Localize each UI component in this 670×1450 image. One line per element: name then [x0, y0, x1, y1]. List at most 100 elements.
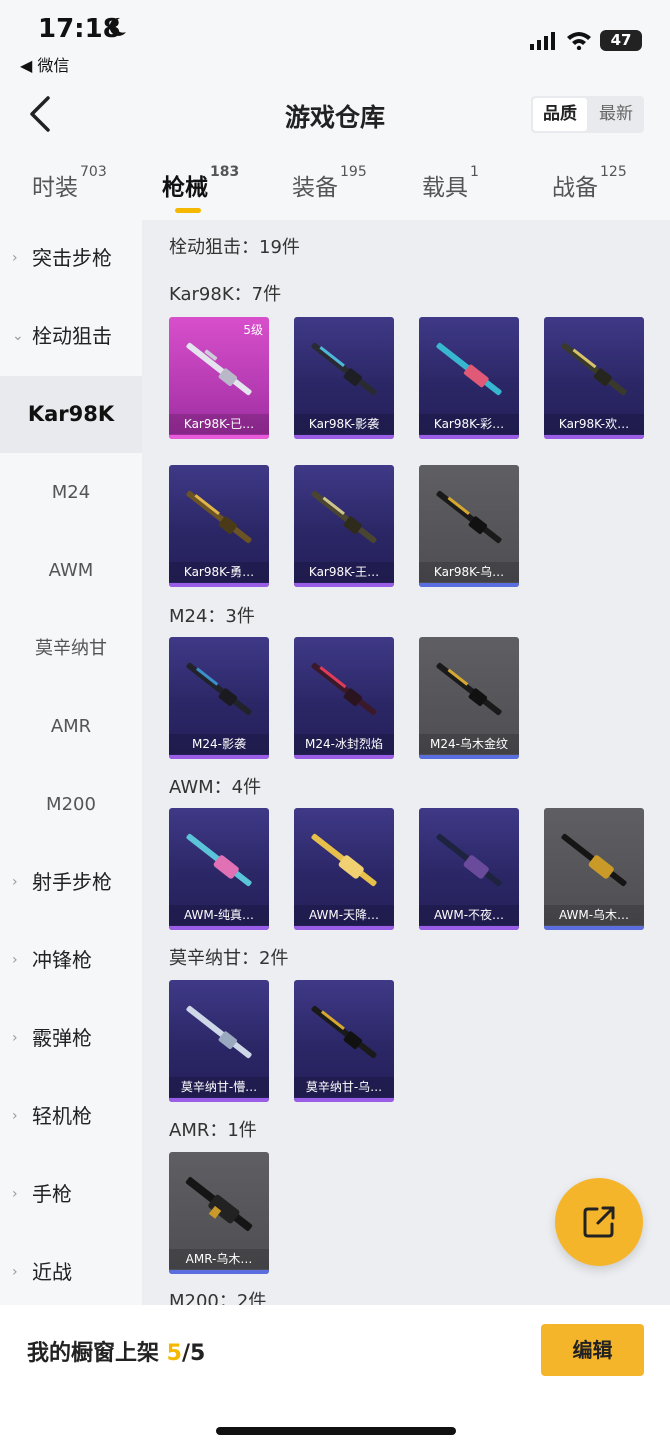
weapon-card[interactable]: M24-乌木金纹: [419, 637, 519, 759]
rarity-bar: [169, 926, 269, 930]
weapon-name: AWM-天降…: [294, 905, 394, 925]
sort-quality-button[interactable]: 品质: [533, 98, 587, 131]
weapon-card[interactable]: AWM-天降…: [294, 808, 394, 930]
rarity-bar: [294, 926, 394, 930]
sidebar-item-marksman-rifle[interactable]: › 射手步枪: [0, 844, 142, 921]
weapon-card[interactable]: 莫辛纳甘-乌…: [294, 980, 394, 1102]
wifi-icon: [567, 32, 591, 50]
moon-icon: [109, 17, 126, 36]
weapon-card[interactable]: Kar98K-乌…: [419, 465, 519, 587]
sidebar-item-awm[interactable]: AWM: [0, 532, 142, 609]
sidebar-item-pistol[interactable]: › 手枪: [0, 1156, 142, 1233]
shelf-total-count: /5: [181, 1341, 206, 1366]
home-indicator[interactable]: [216, 1427, 456, 1435]
share-button[interactable]: [555, 1178, 643, 1266]
back-to-app-link[interactable]: ◀ 微信: [20, 52, 69, 76]
weapon-card[interactable]: M24-冰封烈焰: [294, 637, 394, 759]
rarity-bar: [169, 435, 269, 439]
group-title: Kar98K：7件: [169, 284, 282, 305]
weapon-name: AWM-乌木…: [544, 905, 644, 925]
weapon-name: 莫辛纳甘-懵…: [169, 1077, 269, 1097]
sidebar-item-mosin[interactable]: 莫辛纳甘: [0, 610, 142, 687]
weapon-card[interactable]: Kar98K-王…: [294, 465, 394, 587]
rifle-icon: [311, 490, 377, 544]
chevron-right-icon: ›: [12, 1108, 18, 1124]
active-tab-indicator: [175, 208, 201, 213]
rifle-icon: [185, 1177, 253, 1231]
level-badge: 5级: [243, 323, 263, 337]
rifle-icon: [311, 1005, 377, 1059]
weapon-card[interactable]: AMR-乌木…: [169, 1152, 269, 1274]
sidebar-item-lmg[interactable]: › 轻机枪: [0, 1078, 142, 1155]
rifle-icon: [561, 342, 627, 396]
rifle-icon: [186, 342, 252, 396]
rarity-bar: [294, 435, 394, 439]
chevron-down-icon: ⌄: [12, 328, 24, 344]
sidebar-item-assault-rifle[interactable]: › 突击步枪: [0, 220, 142, 297]
tab-outfit[interactable]: 时装703: [32, 164, 107, 202]
rifle-icon: [186, 662, 252, 716]
rarity-bar: [294, 755, 394, 759]
rarity-bar: [169, 755, 269, 759]
weapon-card[interactable]: 5级 Kar98K-已…: [169, 317, 269, 439]
rifle-icon: [186, 833, 252, 887]
rifle-icon: [436, 342, 502, 396]
tab-count: 1: [470, 164, 479, 180]
group-title: 莫辛纳甘：2件: [169, 948, 289, 969]
weapon-card[interactable]: AWM-纯真…: [169, 808, 269, 930]
sidebar-item-melee[interactable]: › 近战: [0, 1234, 142, 1305]
weapon-name: 莫辛纳甘-乌…: [294, 1077, 394, 1097]
weapon-name: Kar98K-欢…: [544, 414, 644, 434]
sidebar-item-amr[interactable]: AMR: [0, 688, 142, 765]
weapon-name: AWM-不夜…: [419, 905, 519, 925]
sidebar-item-smg[interactable]: › 冲锋枪: [0, 922, 142, 999]
chevron-right-icon: ›: [12, 1264, 18, 1280]
sidebar-item-bolt-action[interactable]: ⌄ 栓动狙击: [0, 298, 142, 375]
weapon-name: Kar98K-彩…: [419, 414, 519, 434]
sidebar-item-kar98k[interactable]: Kar98K: [0, 376, 142, 453]
chevron-right-icon: ›: [12, 1186, 18, 1202]
tab-equipment[interactable]: 装备195: [292, 164, 367, 202]
group-title: M200：2件: [169, 1291, 267, 1305]
weapon-card[interactable]: AWM-不夜…: [419, 808, 519, 930]
rarity-bar: [169, 583, 269, 587]
weapon-card[interactable]: 莫辛纳甘-懵…: [169, 980, 269, 1102]
weapon-card[interactable]: Kar98K-影袭: [294, 317, 394, 439]
sidebar-item-shotgun[interactable]: › 霰弹枪: [0, 1000, 142, 1077]
status-bar: 17:18 ◀ 微信 47: [0, 0, 670, 80]
weapon-card[interactable]: Kar98K-彩…: [419, 317, 519, 439]
rifle-icon: [436, 662, 502, 716]
rarity-bar: [294, 583, 394, 587]
sort-newest-button[interactable]: 最新: [588, 96, 644, 133]
rifle-icon: [436, 833, 502, 887]
weapon-card[interactable]: Kar98K-欢…: [544, 317, 644, 439]
rifle-icon: [561, 833, 627, 887]
rifle-icon: [186, 490, 252, 544]
weapon-name: M24-影袭: [169, 734, 269, 754]
weapon-card[interactable]: M24-影袭: [169, 637, 269, 759]
tab-vehicles[interactable]: 载具1: [422, 164, 479, 202]
group-title: AMR：1件: [169, 1120, 257, 1141]
rarity-bar: [169, 1098, 269, 1102]
weapon-name: Kar98K-影袭: [294, 414, 394, 434]
shelf-current-count: 5: [166, 1341, 182, 1366]
edit-button[interactable]: 编辑: [541, 1324, 644, 1376]
sidebar-item-m24[interactable]: M24: [0, 454, 142, 531]
sidebar-item-m200[interactable]: M200: [0, 766, 142, 843]
rarity-bar: [419, 755, 519, 759]
showcase-shelf-status: 我的橱窗上架 5/5: [27, 1341, 206, 1366]
weapon-card[interactable]: Kar98K-勇…: [169, 465, 269, 587]
weapon-name: M24-冰封烈焰: [294, 734, 394, 754]
category-header: 栓动狙击：19件: [169, 237, 300, 258]
tab-supplies[interactable]: 战备125: [552, 164, 627, 202]
chevron-right-icon: ›: [12, 250, 18, 266]
rarity-bar: [169, 1270, 269, 1274]
rifle-icon: [436, 490, 502, 544]
rarity-bar: [419, 583, 519, 587]
weapon-grid-area: 栓动狙击：19件 Kar98K：7件 5级 Kar98K-已… Kar98K-影…: [142, 220, 670, 1305]
tab-weapons[interactable]: 枪械183: [162, 164, 239, 202]
nav-bar: 游戏仓库 品质 最新: [0, 80, 670, 150]
tab-count: 125: [600, 164, 627, 180]
weapon-card[interactable]: AWM-乌木…: [544, 808, 644, 930]
weapon-name: AMR-乌木…: [169, 1249, 269, 1269]
